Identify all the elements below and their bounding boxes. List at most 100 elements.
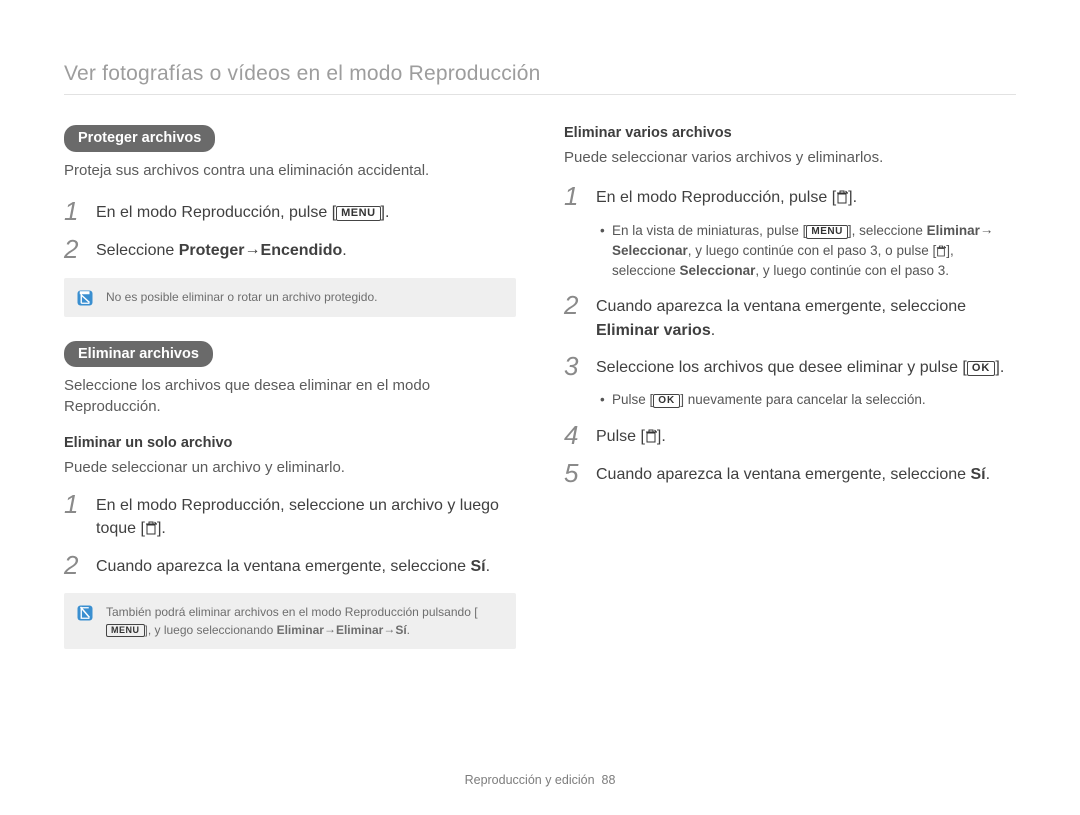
- footer-section: Reproducción y edición: [465, 773, 595, 787]
- text: ].: [657, 428, 666, 445]
- text: Pulse [: [612, 392, 653, 407]
- text: Pulse [: [596, 428, 645, 445]
- bold: Eliminar: [927, 223, 980, 238]
- bold: Proteger: [179, 242, 245, 259]
- delete-single-lead: Puede seleccionar un archivo y eliminarl…: [64, 457, 516, 478]
- step-text: Seleccione Proteger → Encendido.: [96, 235, 347, 262]
- text: En el modo Reproducción, pulse [: [596, 189, 836, 206]
- text: .: [711, 322, 715, 339]
- footer-page: 88: [602, 773, 616, 787]
- step-number: 1: [64, 490, 86, 519]
- step-number: 4: [564, 421, 586, 450]
- delete-multi-sub: Eliminar varios archivos: [564, 125, 1016, 141]
- ok-button-icon: OK: [653, 394, 680, 408]
- bold: Encendido: [261, 242, 343, 259]
- step-number: 1: [64, 197, 86, 226]
- step-text: Seleccione los archivos que desee elimin…: [596, 352, 1004, 379]
- note-text: No es posible eliminar o rotar un archiv…: [106, 288, 377, 306]
- text: En el modo Reproducción, pulse [: [96, 204, 336, 221]
- text: ].: [848, 189, 857, 206]
- multi-step-2: 2 Cuando aparezca la ventana emergente, …: [564, 291, 1016, 341]
- bold: Seleccionar: [612, 243, 688, 258]
- delete-single-sub: Eliminar un solo archivo: [64, 435, 516, 451]
- step-text: Pulse [].: [596, 421, 666, 448]
- bold: Sí: [970, 466, 985, 483]
- text: Cuando aparezca la ventana emergente, se…: [596, 298, 966, 315]
- protect-lead: Proteja sus archivos contra una eliminac…: [64, 160, 516, 181]
- step-text: En el modo Reproducción, seleccione un a…: [96, 490, 516, 540]
- bold: Eliminar: [336, 623, 383, 637]
- multi-step-3: 3 Seleccione los archivos que desee elim…: [564, 352, 1016, 381]
- arrow-icon: →: [980, 220, 994, 240]
- delete-note: También podrá eliminar archivos en el mo…: [64, 593, 516, 649]
- text: ] nuevamente para cancelar la selección.: [680, 392, 925, 407]
- menu-button-icon: MENU: [336, 206, 380, 221]
- text: ], y luego seleccionando: [145, 623, 277, 637]
- multi-step1-bullets: En la vista de miniaturas, pulse [MENU],…: [600, 221, 1016, 282]
- protect-note: No es posible eliminar o rotar un archiv…: [64, 278, 516, 317]
- list-item: Pulse [OK] nuevamente para cancelar la s…: [600, 390, 1016, 410]
- note-icon: [76, 289, 94, 307]
- columns: Proteger archivos Proteja sus archivos c…: [64, 125, 1016, 673]
- arrow-icon: →: [324, 620, 336, 638]
- protect-step-2: 2 Seleccione Proteger → Encendido.: [64, 235, 516, 264]
- text: .: [486, 558, 490, 575]
- trash-icon: [836, 190, 848, 204]
- step-text: En el modo Reproducción, pulse [].: [596, 182, 857, 209]
- list-item: En la vista de miniaturas, pulse [MENU],…: [600, 221, 1016, 282]
- step-text: Cuando aparezca la ventana emergente, se…: [596, 459, 990, 486]
- text: Seleccione los archivos que desee elimin…: [596, 359, 967, 376]
- footer: Reproducción y edición 88: [0, 773, 1080, 787]
- menu-button-icon: MENU: [806, 225, 847, 239]
- arrow-icon: →: [383, 620, 395, 638]
- text: , y luego continúe con el paso 3, o puls…: [688, 243, 936, 258]
- delete-single-step-2: 2 Cuando aparezca la ventana emergente, …: [64, 551, 516, 580]
- text: ].: [995, 359, 1004, 376]
- multi-step-4: 4 Pulse [].: [564, 421, 1016, 450]
- multi-step3-bullets: Pulse [OK] nuevamente para cancelar la s…: [600, 390, 1016, 410]
- ok-button-icon: OK: [967, 361, 996, 376]
- trash-icon: [145, 521, 157, 535]
- arrow-icon: →: [245, 238, 261, 261]
- multi-step-1: 1 En el modo Reproducción, pulse [].: [564, 182, 1016, 211]
- delete-single-step-1: 1 En el modo Reproducción, seleccione un…: [64, 490, 516, 540]
- step-text: En el modo Reproducción, pulse [MENU].: [96, 197, 389, 224]
- protect-step-1: 1 En el modo Reproducción, pulse [MENU].: [64, 197, 516, 226]
- trash-icon: [936, 245, 946, 257]
- text: .: [407, 623, 410, 637]
- multi-step-5: 5 Cuando aparezca la ventana emergente, …: [564, 459, 1016, 488]
- trash-icon: [645, 429, 657, 443]
- protect-heading: Proteger archivos: [64, 125, 215, 152]
- text: .: [342, 242, 346, 259]
- bold: Eliminar: [277, 623, 324, 637]
- right-column: Eliminar varios archivos Puede seleccion…: [564, 125, 1016, 673]
- delete-heading: Eliminar archivos: [64, 341, 213, 368]
- step-number: 5: [564, 459, 586, 488]
- delete-lead: Seleccione los archivos que desea elimin…: [64, 375, 516, 417]
- bold: Sí: [470, 558, 485, 575]
- step-text: Cuando aparezca la ventana emergente, se…: [96, 551, 490, 578]
- menu-button-icon: MENU: [106, 624, 145, 637]
- text: ].: [381, 204, 390, 221]
- text: , y luego continúe con el paso 3.: [755, 263, 949, 278]
- text: También podrá eliminar archivos en el mo…: [106, 605, 478, 619]
- step-text: Cuando aparezca la ventana emergente, se…: [596, 291, 966, 341]
- text: Seleccione: [96, 242, 179, 259]
- text: ].: [157, 520, 166, 537]
- text: En la vista de miniaturas, pulse [: [612, 223, 806, 238]
- bold: Seleccionar: [680, 263, 756, 278]
- text: ], seleccione: [848, 223, 927, 238]
- title-rule: [64, 94, 1016, 95]
- step-number: 2: [64, 551, 86, 580]
- note-icon: [76, 604, 94, 622]
- text: .: [986, 466, 990, 483]
- step-number: 3: [564, 352, 586, 381]
- bold: Eliminar varios: [596, 322, 711, 339]
- step-number: 2: [564, 291, 586, 320]
- text: Cuando aparezca la ventana emergente, se…: [96, 558, 470, 575]
- left-column: Proteger archivos Proteja sus archivos c…: [64, 125, 516, 673]
- page-title: Ver fotografías o vídeos en el modo Repr…: [64, 62, 1016, 86]
- delete-multi-lead: Puede seleccionar varios archivos y elim…: [564, 147, 1016, 168]
- text: Cuando aparezca la ventana emergente, se…: [596, 466, 970, 483]
- note-text: También podrá eliminar archivos en el mo…: [106, 603, 504, 639]
